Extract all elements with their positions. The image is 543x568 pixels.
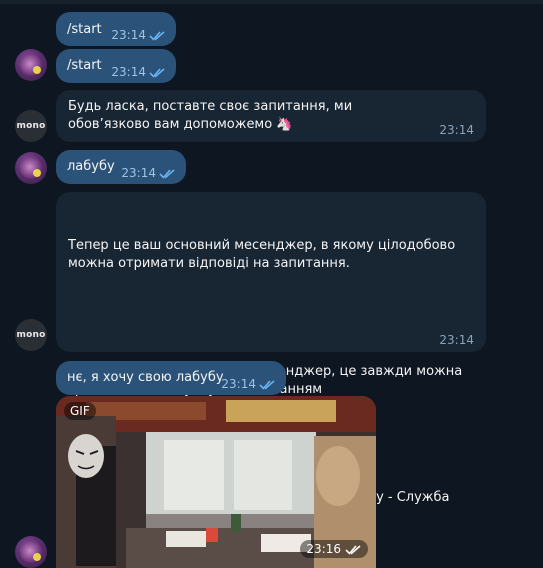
user-avatar[interactable] [15, 536, 47, 568]
double-check-icon [149, 30, 165, 41]
message-text: /start [67, 58, 102, 73]
message-meta: 23:14 [111, 28, 166, 42]
bot-avatar[interactable]: mono [15, 110, 47, 142]
message-time: 23:14 [221, 377, 256, 391]
message-text: нє, я хочу свою лабубу [67, 370, 224, 385]
message-text: лабубу [67, 159, 115, 174]
message-meta: 23:14 [121, 166, 176, 180]
gif-badge: GIF [64, 402, 96, 420]
double-check-icon [149, 67, 165, 78]
message-text: /start [67, 22, 102, 37]
gif-message[interactable]: GIF 23:16 [56, 396, 376, 568]
chat-view: /start 23:14 /start 23:14 mono Будь ласк… [0, 0, 543, 568]
message-meta: 23:14 [439, 333, 474, 347]
message-meta: 23:14 [439, 123, 474, 137]
message-incoming[interactable]: Тепер це ваш основний месенджер, в якому… [56, 192, 486, 523]
message-time: 23:14 [111, 28, 146, 42]
message-time: 23:14 [121, 166, 156, 180]
bot-avatar[interactable]: mono [15, 319, 47, 351]
double-check-icon [259, 379, 275, 390]
message-time: 23:14 [439, 123, 474, 137]
user-avatar[interactable] [15, 152, 47, 184]
top-edge [0, 0, 543, 4]
message-meta: 23:14 [111, 65, 166, 79]
message-outgoing[interactable]: /start 23:14 [56, 49, 176, 83]
bot-avatar-label: mono [16, 330, 46, 340]
message-meta: 23:16 [300, 540, 368, 558]
user-avatar[interactable] [15, 49, 47, 81]
message-time: 23:16 [306, 542, 341, 556]
double-check-icon [159, 168, 175, 179]
message-outgoing[interactable]: нє, я хочу свою лабубу 23:14 [56, 361, 286, 395]
message-incoming[interactable]: Будь ласка, поставте своє запитання, ми … [56, 90, 486, 142]
message-outgoing[interactable]: /start 23:14 [56, 12, 176, 46]
message-outgoing[interactable]: лабубу 23:14 [56, 150, 186, 184]
message-paragraph: Тепер це ваш основний месенджер, в якому… [68, 238, 460, 271]
message-text: Будь ласка, поставте своє запитання, ми … [68, 99, 357, 132]
bot-avatar-label: mono [16, 121, 46, 131]
message-time: 23:14 [439, 333, 474, 347]
double-check-icon [345, 544, 361, 555]
message-meta: 23:14 [221, 377, 276, 391]
message-time: 23:14 [111, 65, 146, 79]
